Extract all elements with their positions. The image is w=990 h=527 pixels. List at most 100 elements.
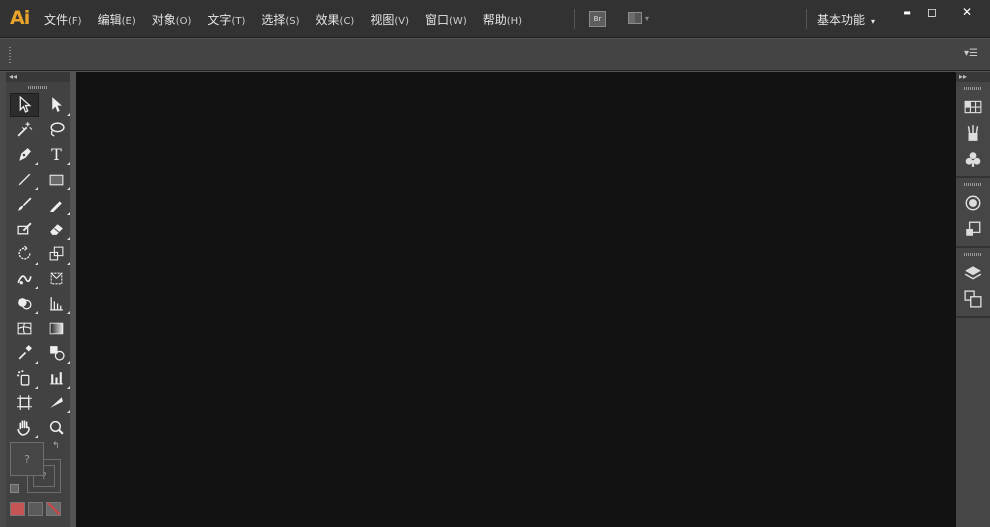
pencil-tool[interactable] — [42, 192, 71, 216]
menu-help[interactable]: 帮助(H) — [483, 11, 522, 28]
artboard-tool[interactable] — [10, 391, 39, 415]
eraser-tool-icon — [50, 224, 63, 236]
fill-stroke-controls: ? ? ↰ — [10, 441, 62, 496]
rectangle-tool[interactable] — [42, 167, 71, 191]
panel-group-grip[interactable] — [964, 253, 982, 256]
panel-group-1 — [956, 82, 990, 178]
width-tool-icon — [17, 275, 32, 285]
panel-group-2 — [956, 178, 990, 248]
menu-file[interactable]: 文件(F) — [44, 11, 82, 28]
toolbox: ◂◂ T ? ? ↰ — [6, 72, 70, 527]
scale-tool-icon — [49, 246, 64, 261]
free-transform-tool[interactable] — [42, 267, 71, 291]
app-logo: Ai — [10, 7, 30, 29]
type-tool[interactable]: T — [42, 143, 71, 167]
slice-tool[interactable] — [42, 391, 71, 415]
menu-bar: Ai 文件(F) 编辑(E) 对象(O) 文字(T) 选择(S) 效果(C) 视… — [0, 0, 990, 38]
magic-wand-tool[interactable] — [10, 118, 39, 142]
brushes-panel-button[interactable] — [956, 120, 990, 146]
artboards-panel-button[interactable] — [956, 286, 990, 312]
layers-panel-button[interactable] — [956, 260, 990, 286]
menu-type[interactable]: 文字(T) — [207, 11, 245, 28]
eyedropper-tool[interactable] — [10, 341, 39, 365]
symbols-panel-button[interactable] — [956, 146, 990, 172]
panel-group-grip[interactable] — [964, 183, 982, 186]
pen-tool[interactable] — [10, 143, 39, 167]
fill-swatch[interactable]: ? — [10, 442, 44, 476]
minimize-button[interactable]: ▬ — [895, 4, 919, 20]
direct-selection-tool[interactable] — [42, 93, 71, 117]
collapse-icon: ◂◂ — [9, 72, 18, 81]
artboard-tool-icon — [17, 395, 32, 410]
main-menu: 文件(F) 编辑(E) 对象(O) 文字(T) 选择(S) 效果(C) 视图(V… — [44, 0, 538, 38]
rotate-tool[interactable] — [10, 242, 39, 266]
menu-edit[interactable]: 编辑(E) — [98, 11, 136, 28]
selection-tool-icon — [19, 96, 32, 114]
mesh-tool[interactable] — [10, 316, 39, 340]
arrange-grid-icon — [628, 12, 642, 24]
magic-wand-tool-icon — [17, 122, 33, 137]
pencil-tool-icon — [50, 200, 62, 212]
mesh-tool-icon — [17, 322, 32, 334]
line-segment-tool[interactable] — [10, 167, 39, 191]
tool-grid: T — [6, 93, 70, 439]
maximize-button[interactable]: ◻ — [920, 4, 944, 20]
document-canvas[interactable] — [76, 72, 956, 527]
appearance-panel-icon — [965, 195, 981, 211]
swap-fill-stroke-icon[interactable]: ↰ — [52, 441, 60, 451]
eraser-tool[interactable] — [42, 217, 71, 241]
gradient-mode-button[interactable] — [28, 502, 43, 516]
close-button[interactable]: ✕ — [946, 4, 988, 20]
lasso-tool[interactable] — [42, 118, 71, 142]
selection-tool[interactable] — [10, 93, 39, 117]
arrange-documents-button[interactable]: ▾ — [628, 12, 649, 24]
blob-brush-tool[interactable] — [10, 217, 39, 241]
menu-window[interactable]: 窗口(W) — [425, 11, 467, 28]
control-bar-grip[interactable] — [9, 47, 11, 63]
minimize-icon: ▬ — [903, 7, 911, 17]
transform-panel-button[interactable] — [956, 216, 990, 242]
shape-builder-tool-icon — [18, 297, 32, 310]
toolbox-grip[interactable] — [28, 86, 48, 89]
brushes-panel-icon — [967, 125, 979, 141]
appearance-panel-button[interactable] — [956, 190, 990, 216]
shape-builder-tool[interactable] — [10, 291, 39, 315]
panel-group-grip[interactable] — [964, 87, 982, 90]
blend-tool[interactable] — [42, 341, 71, 365]
workspace-switcher[interactable]: 基本功能 ▾ — [817, 11, 875, 28]
gradient-tool[interactable] — [42, 316, 71, 340]
free-transform-tool-icon — [50, 272, 63, 285]
blob-brush-tool-icon — [17, 222, 32, 235]
color-mode-buttons — [10, 502, 61, 516]
rectangle-tool-icon — [49, 174, 64, 186]
symbol-sprayer-tool-icon — [17, 370, 30, 386]
control-panel-menu-icon[interactable]: ▾☰ — [964, 48, 978, 59]
chevron-down-icon: ▾ — [871, 17, 876, 26]
menu-view[interactable]: 视图(V) — [370, 11, 409, 28]
perspective-grid-tool[interactable] — [42, 291, 71, 315]
right-panel-dock: ▸▸ — [956, 72, 990, 527]
column-graph-tool[interactable] — [42, 366, 71, 390]
gradient-tool-icon — [49, 322, 64, 334]
eyedropper-tool-icon — [18, 345, 32, 360]
none-mode-button[interactable] — [46, 502, 61, 516]
color-mode-button[interactable] — [10, 502, 25, 516]
chevron-down-icon: ▾ — [645, 13, 650, 23]
menu-effect[interactable]: 效果(C) — [316, 11, 355, 28]
dock-expand-button[interactable]: ▸▸ — [956, 72, 990, 82]
symbol-sprayer-tool[interactable] — [10, 366, 39, 390]
menu-select[interactable]: 选择(S) — [261, 11, 299, 28]
blend-tool-icon — [50, 346, 65, 361]
close-icon: ✕ — [961, 5, 973, 19]
width-tool[interactable] — [10, 267, 39, 291]
default-fill-stroke-icon[interactable] — [10, 484, 19, 493]
scale-tool[interactable] — [42, 242, 71, 266]
menu-object[interactable]: 对象(O) — [152, 11, 192, 28]
toolbox-collapse-button[interactable]: ◂◂ — [6, 72, 70, 82]
bridge-button[interactable]: Br — [589, 11, 606, 27]
hand-tool[interactable] — [10, 415, 39, 439]
paintbrush-tool[interactable] — [10, 192, 39, 216]
zoom-tool[interactable] — [42, 415, 71, 439]
swatches-panel-button[interactable] — [956, 94, 990, 120]
symbols-panel-icon — [965, 152, 981, 167]
